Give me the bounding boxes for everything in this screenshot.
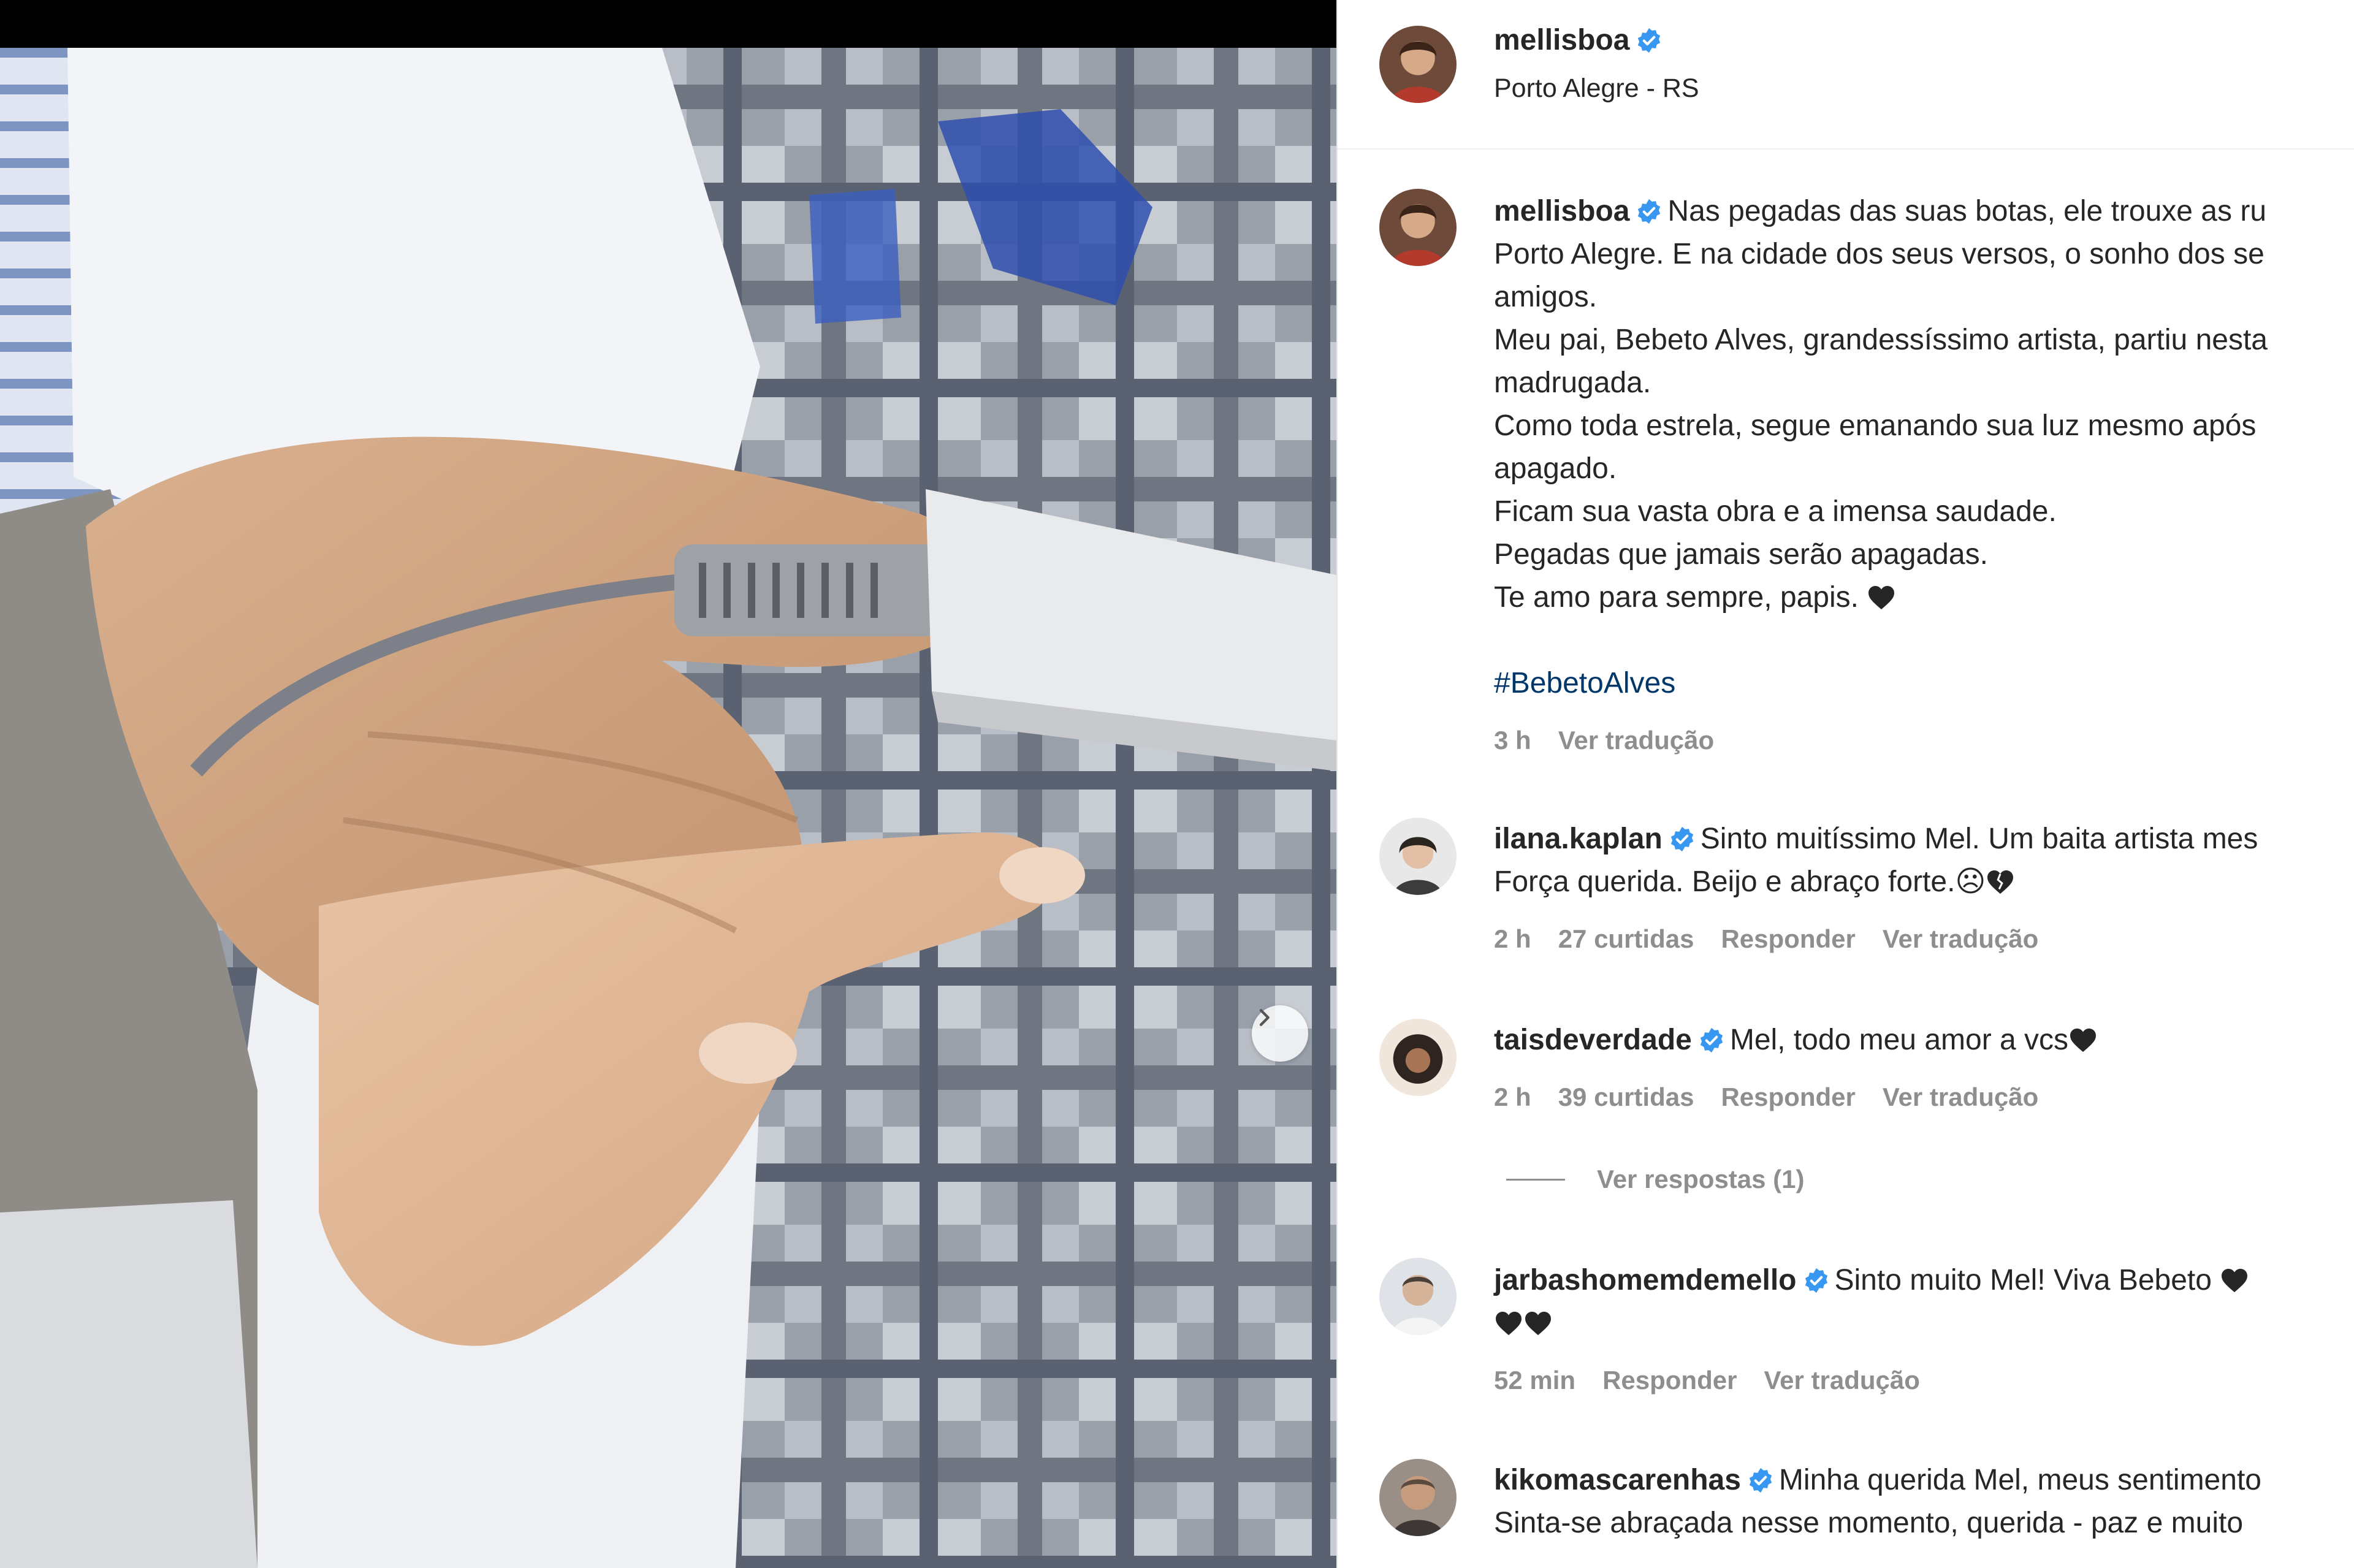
view-replies-label[interactable]: Ver respostas (1) (1597, 1165, 1805, 1193)
verified-badge-icon (1636, 27, 1663, 54)
commenter-avatar[interactable] (1379, 1258, 1457, 1335)
heart-icon (1523, 1311, 1553, 1336)
heart-icon (2220, 1268, 2249, 1293)
caption-text-line: amigos. (1494, 281, 1598, 313)
comment-text: Minha querida Mel, meus sentimento (1778, 1464, 2261, 1496)
caption-text-line: apagado. (1494, 452, 1617, 485)
comment-likes[interactable]: 39 curtidas (1558, 1083, 1694, 1111)
reply-button[interactable]: Responder (1602, 1366, 1737, 1395)
translate-link[interactable]: Ver tradução (1883, 1083, 2038, 1111)
reply-button[interactable]: Responder (1721, 1083, 1855, 1111)
caption-text-line: Como toda estrela, segue emanando sua lu… (1494, 409, 2257, 442)
comment: kikomascarenhas Minha querida Mel, meus s… (1494, 1459, 2261, 1545)
caption-text-line: Te amo para sempre, papis. (1494, 581, 1859, 614)
author-avatar[interactable] (1379, 26, 1457, 103)
chevron-right-icon (1259, 1009, 1270, 1026)
broken-heart-icon (1986, 869, 2015, 895)
caption-text-line: Ficam sua vasta obra e a imensa saudade. (1494, 495, 2057, 528)
comment-text: Sinta-se abraçada nesse momento, querida… (1494, 1507, 2244, 1539)
post-caption: mellisboa Nas pegadas das suas botas, ele… (1494, 190, 2268, 705)
comment-meta: 52 min Responder Ver tradução (1494, 1366, 1947, 1395)
commenter-avatar[interactable] (1379, 1019, 1457, 1096)
heart-icon (1494, 1311, 1523, 1336)
comment-text: Sinto muitíssimo Mel. Um baita artista m… (1700, 823, 2258, 855)
verified-badge-icon (1669, 826, 1696, 853)
comment-text: Mel, todo meu amor a vcs (1729, 1024, 2069, 1056)
heart-icon (2068, 1027, 2098, 1053)
next-image-button[interactable] (1252, 1005, 1308, 1062)
post-header: mellisboa Porto Alegre - RS (1338, 0, 2354, 150)
comment-author[interactable]: ilana.kaplan (1494, 823, 1663, 855)
reply-button[interactable]: Responder (1721, 924, 1855, 953)
caption-author-username[interactable]: mellisboa (1494, 195, 1629, 227)
commenter-avatar[interactable] (1379, 818, 1457, 895)
comment-meta: 2 h 27 curtidas Responder Ver tradução (1494, 924, 2065, 954)
caption-time[interactable]: 3 h (1494, 726, 1531, 755)
post-location[interactable]: Porto Alegre - RS (1494, 74, 1699, 104)
verified-badge-icon (1803, 1267, 1830, 1294)
caption-text-line: Nas pegadas das suas botas, ele trouxe a… (1667, 195, 2267, 227)
comment-author[interactable]: taisdeverdade (1494, 1024, 1692, 1056)
comment-time[interactable]: 2 h (1494, 924, 1531, 953)
comment-time[interactable]: 2 h (1494, 1083, 1531, 1111)
comment-author[interactable]: kikomascarenhas (1494, 1464, 1741, 1496)
caption-text-line: Meu pai, Bebeto Alves, grandessíssimo ar… (1494, 324, 2268, 356)
caption-translate-link[interactable]: Ver tradução (1558, 726, 1714, 755)
translate-link[interactable]: Ver tradução (1883, 924, 2038, 953)
comment: taisdeverdade Mel, todo meu amor a vcs (1494, 1019, 2098, 1062)
heart-icon (1867, 585, 1896, 611)
verified-badge-icon (1747, 1467, 1774, 1494)
author-username[interactable]: mellisboa (1494, 24, 1629, 56)
replies-divider (1506, 1179, 1565, 1181)
comment-meta: 2 h 39 curtidas Responder Ver tradução (1494, 1083, 2065, 1112)
caption-meta: 3 h Ver tradução (1494, 726, 1741, 755)
comment: ilana.kaplan Sinto muitíssimo Mel. Um bai… (1494, 818, 2258, 904)
comment-time[interactable]: 52 min (1494, 1366, 1575, 1395)
comment-author[interactable]: jarbashomemdemello (1494, 1264, 1797, 1296)
comment: jarbashomemdemello Sinto muito Mel! Viva … (1494, 1259, 2249, 1345)
post-sidebar: mellisboa Porto Alegre - RS mellisboa Nas… (1336, 0, 2354, 1568)
hashtag-link[interactable]: #BebetoAlves (1494, 662, 2268, 705)
author-username-row: mellisboa (1494, 23, 1667, 57)
caption-text-line: Pegadas que jamais serão apagadas. (1494, 538, 1988, 571)
comment-text: Sinto muito Mel! Viva Bebeto (1834, 1264, 2212, 1296)
view-replies-button[interactable]: Ver respostas (1) (1506, 1165, 1805, 1194)
comment-likes[interactable]: 27 curtidas (1558, 924, 1694, 953)
post-image (0, 48, 1336, 1568)
caption-text-line: Porto Alegre. E na cidade dos seus verso… (1494, 238, 2264, 270)
verified-badge-icon (1698, 1027, 1725, 1054)
top-black-bar (0, 0, 1336, 48)
verified-badge-icon (1636, 198, 1663, 225)
caption-author-avatar[interactable] (1379, 189, 1457, 266)
commenter-avatar[interactable] (1379, 1459, 1457, 1536)
caption-text-line: madrugada. (1494, 367, 1651, 399)
translate-link[interactable]: Ver tradução (1764, 1366, 1919, 1395)
comment-text: Força querida. Beijo e abraço forte.☹ (1494, 866, 1986, 898)
